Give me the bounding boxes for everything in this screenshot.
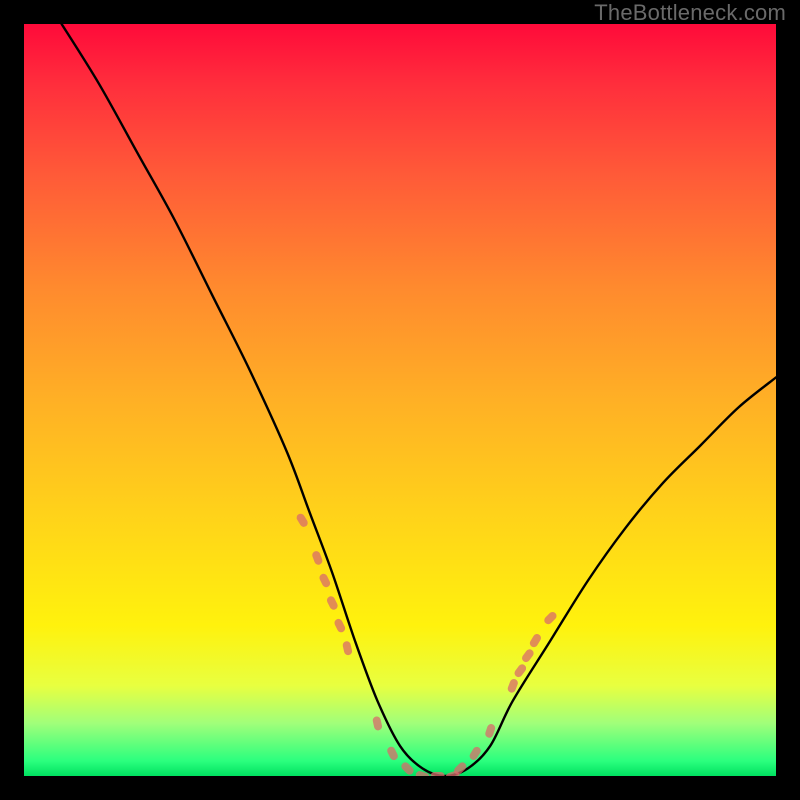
highlight-dot (386, 745, 399, 761)
highlight-dot (295, 512, 309, 528)
chart-overlay (24, 24, 776, 776)
highlight-dot (311, 550, 323, 566)
highlight-dots (295, 512, 558, 776)
highlight-dot (520, 648, 535, 664)
bottleneck-curve (62, 24, 776, 776)
chart-frame (12, 12, 788, 788)
highlight-dot (333, 618, 346, 634)
highlight-dot (431, 772, 445, 776)
highlight-dot (318, 572, 331, 588)
highlight-dot (400, 761, 416, 776)
highlight-dot (513, 663, 528, 679)
watermark-text: TheBottleneck.com (594, 0, 786, 26)
highlight-dot (326, 595, 339, 611)
highlight-dot (342, 640, 353, 655)
highlight-dot (528, 633, 542, 649)
highlight-dot (543, 610, 559, 626)
highlight-dot (372, 716, 383, 731)
